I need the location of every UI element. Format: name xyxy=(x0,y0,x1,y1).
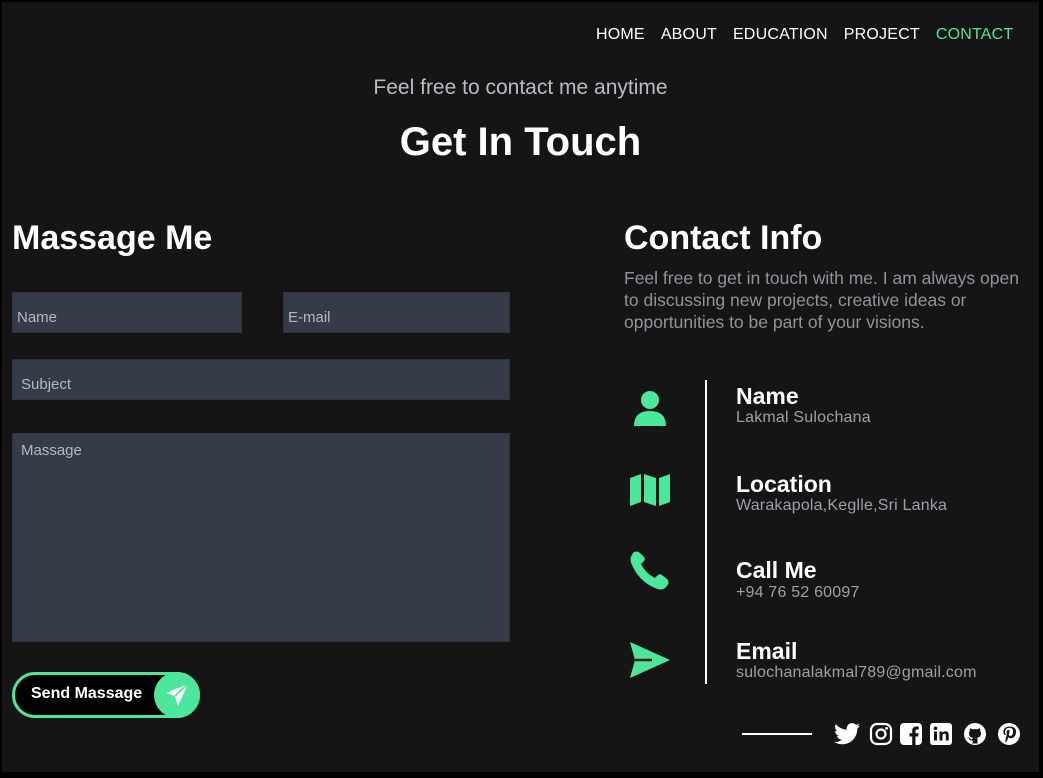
contact-call-title: Call Me xyxy=(736,557,817,583)
contact-divider xyxy=(705,380,707,684)
contact-description: Feel free to get in touch with me. I am … xyxy=(624,268,1019,332)
github-icon[interactable] xyxy=(962,721,988,747)
contact-email-title: Email xyxy=(736,638,798,664)
contact-name-title: Name xyxy=(736,383,799,409)
subject-input[interactable] xyxy=(12,359,510,400)
instagram-icon[interactable] xyxy=(868,721,894,747)
phone-icon xyxy=(630,550,670,590)
form-heading: Massage Me xyxy=(12,219,213,257)
contact-page: HOME ABOUT EDUCATION PROJECT CONTACT Fee… xyxy=(2,2,1039,772)
paper-plane-icon xyxy=(154,672,200,718)
social-divider xyxy=(742,733,812,735)
contact-call-value: +94 76 52 60097 xyxy=(736,584,860,601)
twitter-icon[interactable] xyxy=(834,721,860,747)
nav-about[interactable]: ABOUT xyxy=(661,26,717,44)
contact-location-title: Location xyxy=(736,471,832,497)
send-button-label: Send Massage xyxy=(31,685,143,702)
contact-name-value: Lakmal Sulochana xyxy=(736,409,871,426)
facebook-icon[interactable] xyxy=(898,721,924,747)
user-icon xyxy=(630,388,670,428)
nav-contact[interactable]: CONTACT xyxy=(936,26,1014,44)
contact-location-value: Warakapola,Keglle,Sri Lanka xyxy=(736,497,948,514)
linkedin-icon[interactable] xyxy=(928,721,954,747)
page-title: Get In Touch xyxy=(399,120,642,164)
contact-heading: Contact Info xyxy=(624,219,823,257)
nav-project[interactable]: PROJECT xyxy=(844,26,920,44)
message-textarea[interactable] xyxy=(12,433,510,642)
email-input[interactable] xyxy=(283,292,510,333)
page-subtitle: Feel free to contact me anytime xyxy=(373,76,668,99)
top-nav: HOME ABOUT EDUCATION PROJECT CONTACT xyxy=(596,26,1013,44)
contact-email-value[interactable]: sulochanalakmal789@gmail.com xyxy=(736,664,977,682)
nav-education[interactable]: EDUCATION xyxy=(733,26,828,44)
map-icon xyxy=(630,470,670,510)
pinterest-icon[interactable] xyxy=(996,721,1022,747)
name-input[interactable] xyxy=(12,292,242,333)
send-icon xyxy=(630,640,670,680)
send-message-button[interactable]: Send Massage xyxy=(12,672,200,718)
nav-home[interactable]: HOME xyxy=(596,26,645,44)
